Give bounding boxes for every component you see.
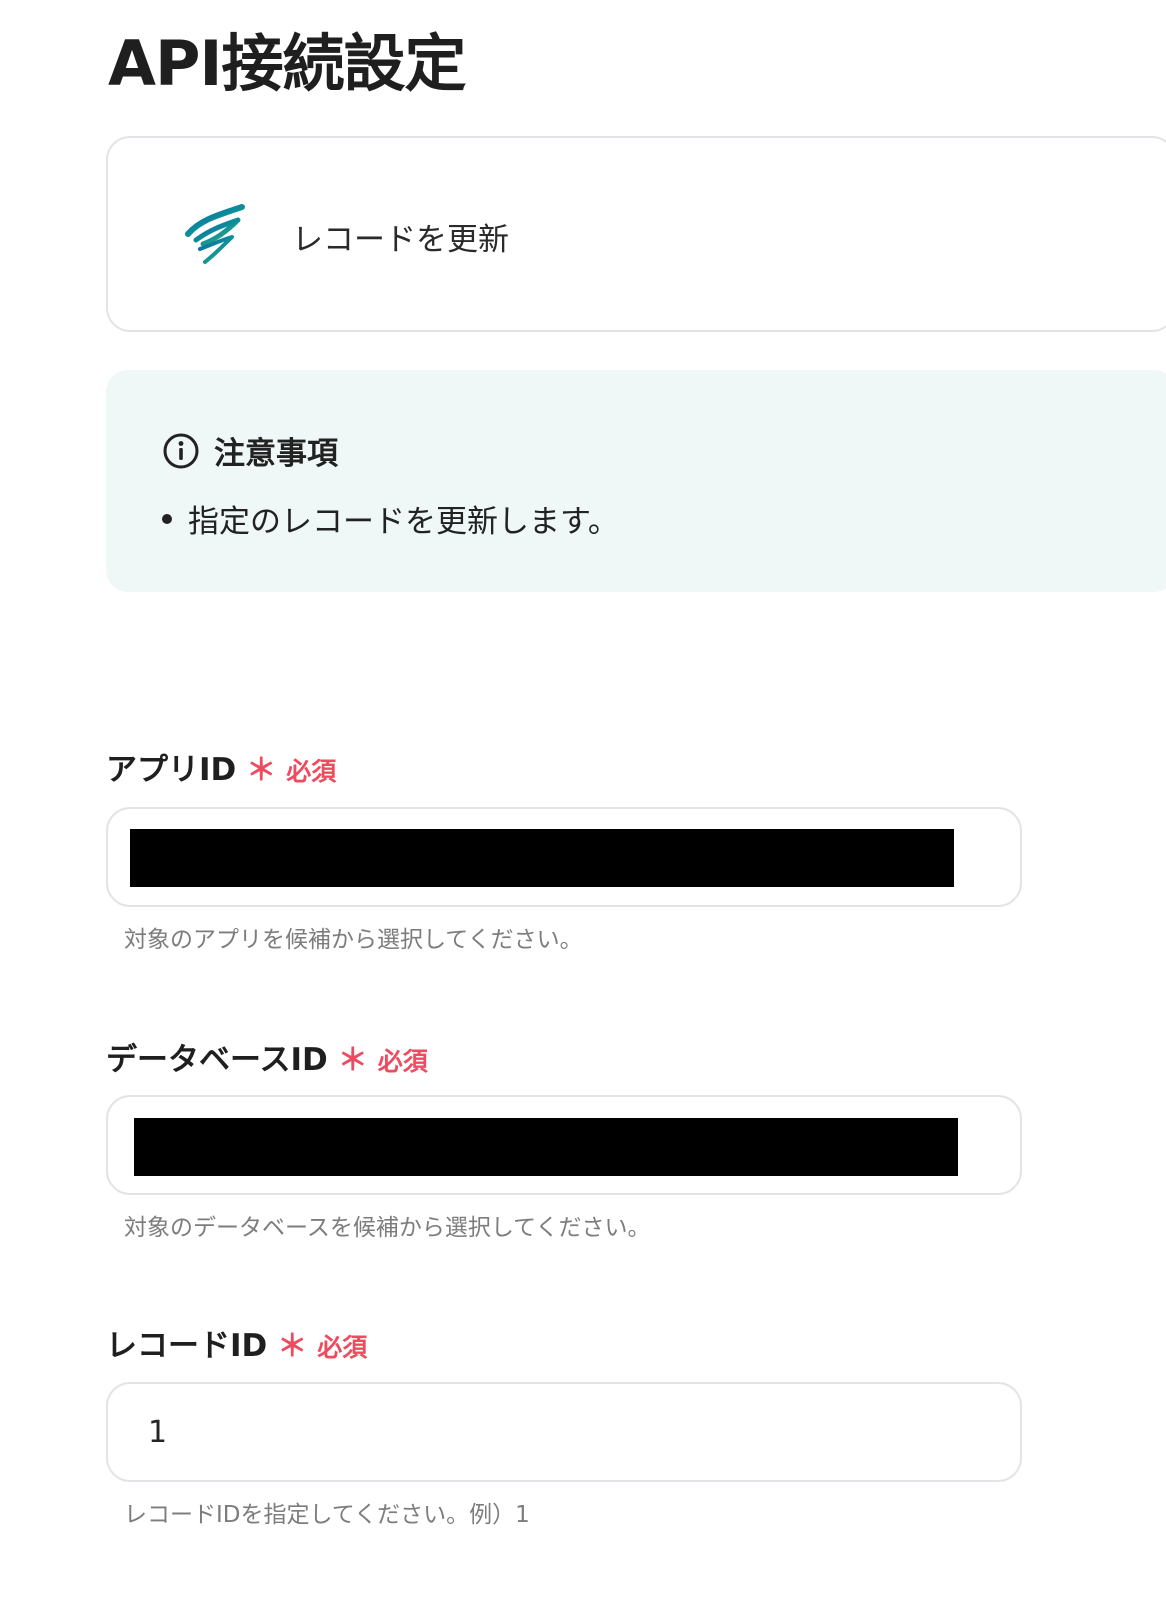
action-name: レコードを更新: [292, 222, 509, 258]
required-label: 必須: [377, 1047, 428, 1076]
required-label: 必須: [317, 1333, 368, 1362]
record-id-value: 1: [148, 1415, 168, 1450]
required-asterisk: ＊: [337, 1043, 368, 1078]
action-card: レコードを更新: [106, 136, 1166, 332]
record-id-input[interactable]: 1: [106, 1382, 1022, 1482]
record-id-label-text: レコードID: [106, 1328, 268, 1364]
required-label: 必須: [286, 757, 337, 786]
app-id-label: アプリID ＊ 必須: [106, 744, 336, 789]
info-icon: [163, 433, 199, 468]
notice-title: 注意事項: [214, 436, 338, 472]
notice-item: 指定のレコードを更新します。: [162, 496, 619, 541]
record-id-label: レコードID ＊ 必須: [106, 1320, 367, 1365]
app-wave-logo-icon: [185, 204, 245, 264]
api-connection-settings-page: API接続設定 レコードを更新 注意事項 指定のレコードを更新します。 アプリI…: [0, 0, 1166, 1600]
notice-box: 注意事項 指定のレコードを更新します。: [106, 370, 1166, 592]
app-id-input[interactable]: [106, 807, 1022, 907]
notice-heading: 注意事項: [162, 428, 338, 473]
app-id-help-text: 対象のアプリを候補から選択してください。: [124, 927, 583, 953]
database-id-help-text: 対象のデータベースを候補から選択してください。: [124, 1215, 651, 1241]
app-id-label-text: アプリID: [106, 752, 237, 788]
required-asterisk: ＊: [246, 753, 277, 788]
record-id-help-text: レコードIDを指定してください。例）1: [124, 1502, 530, 1528]
page-title: API接続設定: [108, 27, 466, 100]
required-asterisk: ＊: [277, 1329, 308, 1364]
redacted-database-id-value: [134, 1118, 958, 1176]
database-id-label-text: データベースID: [106, 1042, 328, 1078]
redacted-app-id-value: [130, 829, 954, 887]
database-id-label: データベースID ＊ 必須: [106, 1034, 428, 1079]
bullet-icon: [162, 513, 172, 524]
database-id-input[interactable]: [106, 1095, 1022, 1195]
notice-text: 指定のレコードを更新します。: [188, 504, 619, 540]
